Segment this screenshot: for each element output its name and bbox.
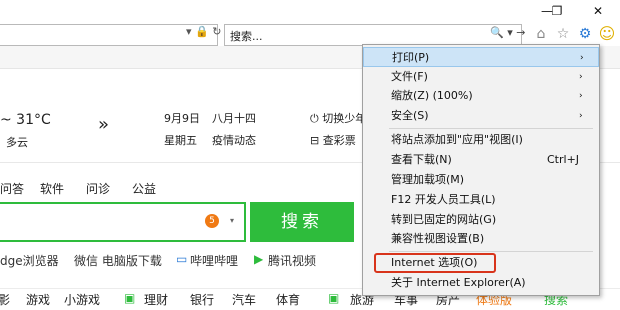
menu-item-file[interactable]: 文件(F) ›: [363, 67, 599, 87]
chevron-right-icon: ›: [580, 53, 584, 63]
menu-item-about-ie[interactable]: 关于 Internet Explorer(A): [363, 273, 599, 293]
category-link[interactable]: 游戏: [26, 291, 50, 308]
news-link[interactable]: 疫情动态: [212, 132, 256, 148]
notification-badge: 5: [205, 214, 219, 228]
menu-separator: [389, 251, 593, 252]
menu-item-addons[interactable]: 管理加载项(M): [363, 170, 599, 190]
finance-icon: ▣: [124, 291, 136, 305]
category-link[interactable]: 影: [0, 291, 10, 308]
tab-charity[interactable]: 公益: [132, 180, 156, 197]
weather-desc: 多云: [6, 136, 28, 149]
switch-mode-link[interactable]: ⏻ 切换少年: [310, 110, 366, 126]
menu-item-downloads[interactable]: 查看下载(N) Ctrl+J: [363, 150, 599, 170]
restore-button[interactable]: ❐: [540, 0, 574, 22]
chevron-down-icon[interactable]: ▾: [230, 216, 234, 225]
tencent-video-icon: ▶: [254, 252, 264, 266]
quick-link[interactable]: dge浏览器: [0, 252, 59, 269]
chevron-right-icon: ›: [579, 91, 583, 101]
lottery-icon: ⊟: [310, 134, 323, 147]
menu-separator: [389, 128, 593, 129]
close-button[interactable]: ✕: [581, 0, 615, 22]
tools-gear-icon[interactable]: ⚙: [575, 24, 595, 44]
expand-arrow-icon[interactable]: »: [98, 114, 109, 135]
category-link[interactable]: 理财: [144, 291, 168, 308]
lottery-link[interactable]: ⊟ 查彩票: [310, 132, 356, 148]
highlight-box: [374, 253, 496, 273]
search-field[interactable]: [224, 24, 522, 46]
tab-software[interactable]: 软件: [40, 180, 64, 197]
menu-item-safety[interactable]: 安全(S) ›: [363, 106, 599, 126]
menu-item-devtools[interactable]: F12 开发人员工具(L): [363, 190, 599, 210]
category-link[interactable]: 小游戏: [64, 291, 100, 308]
switch-icon: ⏻: [310, 112, 323, 125]
chevron-right-icon: ›: [579, 72, 583, 82]
search-placeholder: 搜索...: [230, 30, 263, 43]
tab-consult[interactable]: 问诊: [86, 180, 110, 197]
search-button[interactable]: 搜索: [250, 202, 354, 242]
home-icon[interactable]: ⌂: [531, 24, 551, 44]
weekday-text: 星期五: [164, 134, 197, 147]
menu-item-pinned-sites[interactable]: 转到已固定的网站(G): [363, 210, 599, 230]
quick-link[interactable]: 微信 电脑版下载: [74, 252, 162, 269]
chevron-right-icon: ›: [579, 111, 583, 121]
menu-item-print[interactable]: 打印(P) ›: [363, 47, 599, 67]
quick-link[interactable]: 哔哩哔哩: [190, 252, 238, 269]
category-link[interactable]: 银行: [190, 291, 214, 308]
tab-qa[interactable]: 问答: [0, 180, 24, 197]
menu-item-compat-view[interactable]: 兼容性视图设置(B): [363, 229, 599, 249]
bilibili-icon: ▭: [176, 252, 188, 266]
date-text: 9月9日: [164, 112, 200, 125]
dropdown-icon[interactable]: ▾: [186, 25, 195, 38]
menu-item-add-to-apps[interactable]: 将站点添加到"应用"视图(I): [363, 130, 599, 150]
category-link[interactable]: 体育: [276, 291, 300, 308]
refresh-icon[interactable]: ↻: [212, 25, 221, 38]
search-go-icon[interactable]: 🔍 ▾ →: [490, 26, 525, 39]
weather-temp: ~ 31°C: [0, 112, 51, 128]
quick-link[interactable]: 腾讯视频: [268, 252, 316, 269]
menu-item-zoom[interactable]: 缩放(Z) (100%) ›: [363, 86, 599, 106]
category-link[interactable]: 汽车: [232, 291, 256, 308]
smiley-feedback-icon[interactable]: ☺: [597, 24, 617, 44]
address-icons: ▾ 🔒 ↻: [186, 25, 221, 38]
title-bar: [0, 0, 620, 22]
lunar-date: 八月十四: [212, 112, 256, 125]
lock-icon: 🔒: [195, 25, 209, 38]
travel-icon: ▣: [328, 291, 340, 305]
favorites-icon[interactable]: ☆: [553, 24, 573, 44]
